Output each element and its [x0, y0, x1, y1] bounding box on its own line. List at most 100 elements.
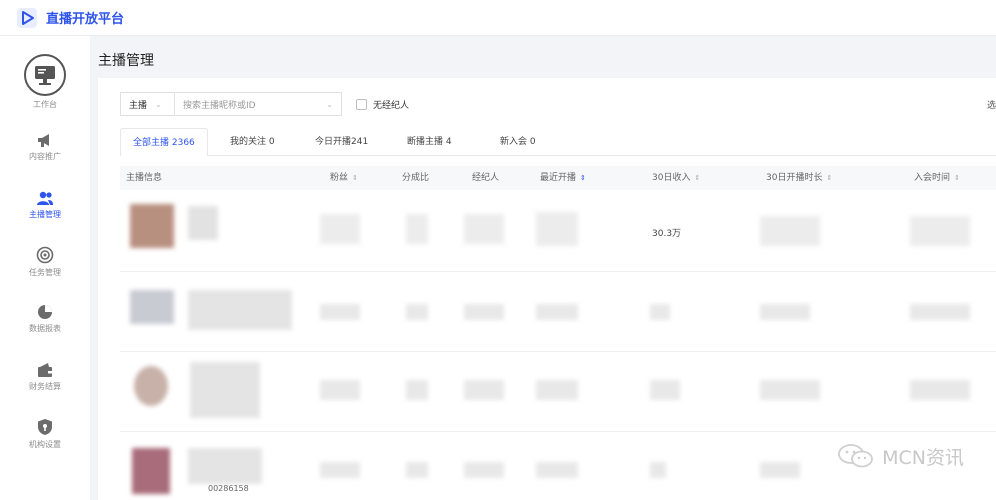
column-header[interactable]: 入会时间 ⇕ [914, 166, 960, 190]
anchor-name [188, 206, 218, 240]
table-row[interactable] [120, 352, 996, 432]
sidebar-item-label: 主播管理 [29, 210, 61, 219]
column-header[interactable]: 30日收入 ⇕ [652, 166, 700, 190]
filter-row: 主播 ⌄ 搜索主播昵称或ID ⌄ 无经纪人 [120, 92, 409, 116]
top-bar: 直播开放平台 [0, 0, 996, 36]
sidebar: 工作台 内容推广 主播管理 任务管理 数据报表 财务结算 机构设置 [0, 36, 90, 500]
tab-bar: 全部主播 2366 我的关注 0 今日开播241 断播主播 4 新入会 0 [120, 128, 996, 156]
sort-arrows-icon[interactable]: ⇕ [580, 174, 586, 182]
anchor-id: 00286158 [208, 484, 249, 493]
fans-value [320, 214, 360, 244]
sidebar-item-label: 工作台 [33, 100, 57, 109]
chevron-down-icon: ⌄ [326, 99, 333, 109]
search-input[interactable]: 搜索主播昵称或ID ⌄ [174, 92, 342, 116]
no-agent-checkbox[interactable] [356, 98, 367, 110]
wechat-icon [838, 444, 874, 468]
sidebar-item-label: 财务结算 [29, 382, 61, 391]
column-header: 分成比 [402, 173, 430, 183]
fans-value [320, 304, 360, 320]
tab-live-today[interactable]: 今日开播241 [303, 128, 380, 156]
sort-arrows-icon[interactable]: ⇕ [694, 174, 700, 182]
type-select[interactable]: 主播 ⌄ [120, 92, 174, 116]
agent-value [464, 304, 504, 320]
last-live-value [536, 462, 578, 478]
chevron-down-icon: ⌄ [155, 99, 162, 109]
join-time-value [910, 380, 970, 400]
tab-following[interactable]: 我的关注 0 [218, 128, 287, 156]
search-placeholder: 搜索主播昵称或ID [183, 100, 256, 111]
column-header[interactable]: 最近开播 ⇕ [540, 166, 586, 190]
anchor-name [188, 448, 262, 484]
share-ratio-value [406, 462, 428, 478]
fans-value [320, 462, 360, 478]
join-time-value [910, 216, 970, 246]
watermark: MCN资讯 [836, 442, 964, 470]
sidebar-item-anchors[interactable]: 主播管理 [0, 190, 90, 220]
share-ratio-value [406, 304, 428, 320]
income-value: 30.3万 [652, 229, 682, 239]
sort-arrows-icon[interactable]: ⇕ [352, 174, 358, 182]
join-time-value [910, 304, 970, 320]
column-header[interactable]: 粉丝 ⇕ [330, 166, 358, 190]
sort-arrows-icon[interactable]: ⇕ [826, 174, 832, 182]
live-duration-value [760, 304, 810, 320]
tab-new-members[interactable]: 新入会 0 [488, 128, 548, 156]
column-header: 主播信息 [126, 173, 163, 183]
live-duration-value [760, 462, 800, 478]
shield-icon [38, 419, 52, 435]
table-header: 主播信息 粉丝 ⇕ 分成比 经纪人 最近开播 ⇕ 30日收入 ⇕ 30日开播时长 ⇕ 入… [120, 166, 996, 190]
last-live-value [536, 212, 578, 246]
truncated-action[interactable]: 选 [987, 98, 996, 111]
watermark-text: MCN资讯 [882, 446, 964, 469]
sidebar-item-reports[interactable]: 数据报表 [0, 304, 90, 334]
pie-chart-icon [38, 305, 52, 319]
anchor-name [188, 290, 292, 330]
main-card: 主播 ⌄ 搜索主播昵称或ID ⌄ 无经纪人 选 全部主播 2366 我的关注 0… [98, 78, 996, 500]
agent-value [464, 214, 504, 244]
avatar[interactable] [130, 204, 174, 248]
share-ratio-value [406, 214, 428, 244]
no-agent-label: 无经纪人 [373, 100, 410, 111]
wallet-icon [38, 363, 52, 377]
sidebar-item-tasks[interactable]: 任务管理 [0, 246, 90, 278]
avatar[interactable] [132, 448, 170, 494]
app-title[interactable]: 直播开放平台 [46, 8, 124, 27]
sidebar-item-label: 数据报表 [29, 324, 61, 333]
last-live-value [536, 304, 578, 320]
avatar[interactable] [134, 366, 168, 406]
sidebar-item-workbench[interactable]: 工作台 [0, 54, 90, 110]
agent-value [464, 462, 504, 478]
megaphone-icon [38, 134, 49, 147]
no-agent-filter[interactable]: 无经纪人 [356, 98, 409, 111]
share-ratio-value [406, 380, 428, 400]
page-title: 主播管理 [98, 53, 154, 69]
sidebar-item-label: 任务管理 [29, 268, 61, 277]
sidebar-item-promotion[interactable]: 内容推广 [0, 132, 90, 162]
income-value [650, 380, 680, 400]
agent-value [464, 380, 504, 400]
income-value [650, 462, 666, 478]
type-select-value: 主播 [129, 100, 148, 111]
sort-arrows-icon[interactable]: ⇕ [954, 174, 960, 182]
live-duration-value [760, 380, 820, 400]
users-icon [37, 191, 53, 205]
column-header[interactable]: 30日开播时长 ⇕ [766, 166, 832, 190]
income-value [650, 304, 670, 320]
sidebar-item-finance[interactable]: 财务结算 [0, 362, 90, 392]
sidebar-item-label: 机构设置 [29, 440, 61, 449]
sidebar-item-label: 内容推广 [29, 152, 61, 161]
monitor-icon [24, 54, 66, 96]
play-triangle-icon[interactable] [16, 7, 38, 29]
target-icon [36, 246, 54, 264]
table-row[interactable]: 30.3万 [120, 192, 996, 272]
tab-all-anchors[interactable]: 全部主播 2366 [120, 128, 208, 156]
anchor-name [190, 362, 260, 418]
live-duration-value [760, 216, 820, 246]
column-header: 经纪人 [472, 173, 500, 183]
sidebar-item-settings[interactable]: 机构设置 [0, 418, 90, 450]
last-live-value [536, 380, 578, 400]
avatar[interactable] [130, 290, 174, 324]
tab-stopped[interactable]: 断播主播 4 [395, 128, 464, 156]
fans-value [320, 380, 360, 400]
table-row[interactable] [120, 272, 996, 352]
